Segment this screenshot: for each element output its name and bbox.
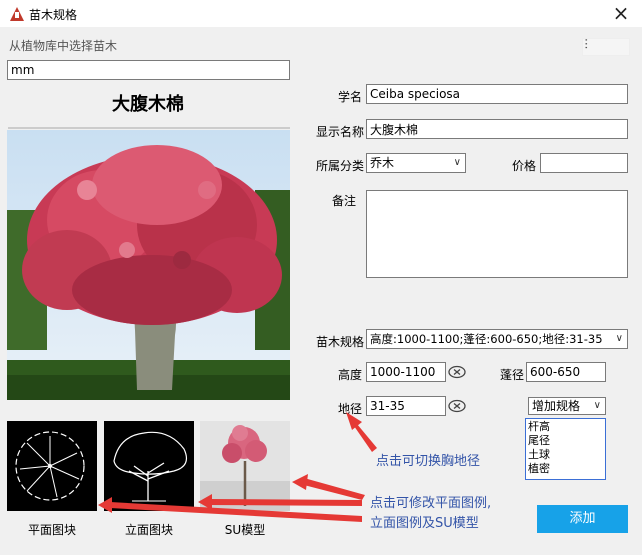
annotation-switch-diameter: 点击可切换胸地径 <box>376 454 481 469</box>
annotation-arrows <box>98 412 377 522</box>
annotation-modify-line2: 立面图例及SU模型 <box>370 516 479 531</box>
annotation-modify-line1: 点击可修改平面图例, <box>370 496 492 511</box>
